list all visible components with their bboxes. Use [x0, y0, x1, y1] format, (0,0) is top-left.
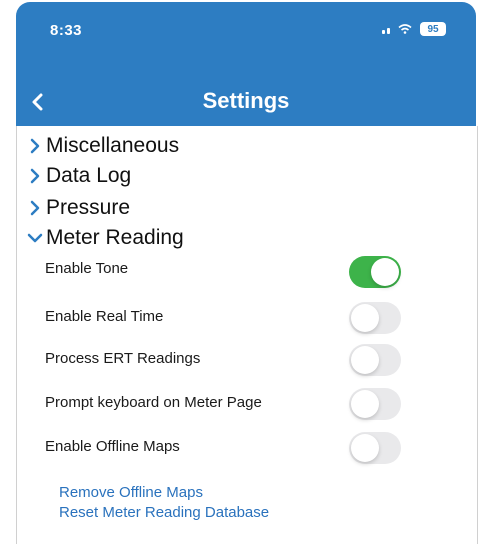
chevron-down-icon: [27, 228, 43, 248]
section-pressure[interactable]: Pressure: [27, 196, 130, 220]
navigation-header: 8:33 95 Settings: [16, 2, 476, 126]
setting-row-enable-real-time: Enable Real Time: [45, 308, 465, 325]
reset-meter-database-link[interactable]: Reset Meter Reading Database: [59, 504, 269, 521]
setting-row-process-ert: Process ERT Readings: [45, 350, 465, 367]
setting-row-enable-tone: Enable Tone: [45, 260, 465, 277]
section-label: Meter Reading: [46, 226, 184, 249]
process-ert-readings-toggle[interactable]: [349, 344, 401, 376]
setting-label: Enable Tone: [45, 260, 129, 277]
toggle-knob: [351, 304, 379, 332]
enable-offline-maps-toggle[interactable]: [349, 432, 401, 464]
section-meter-reading[interactable]: Meter Reading: [27, 226, 184, 250]
setting-label: Enable Offline Maps: [45, 438, 180, 455]
setting-row-offline-maps: Enable Offline Maps: [45, 438, 465, 455]
chevron-right-icon: [27, 198, 43, 218]
app-screen: 8:33 95 Settings Miscellaneous Data Log …: [0, 0, 485, 544]
section-data-log[interactable]: Data Log: [27, 164, 131, 188]
chevron-right-icon: [27, 166, 43, 186]
setting-row-prompt-keyboard: Prompt keyboard on Meter Page: [45, 394, 465, 411]
status-time: 8:33: [50, 22, 83, 39]
section-label: Data Log: [46, 164, 132, 187]
prompt-keyboard-toggle[interactable]: [349, 388, 401, 420]
section-label: Miscellaneous: [46, 134, 180, 157]
toggle-knob: [371, 258, 399, 286]
section-miscellaneous[interactable]: Miscellaneous: [27, 134, 179, 158]
toggle-knob: [351, 346, 379, 374]
toggle-knob: [351, 434, 379, 462]
setting-label: Prompt keyboard on Meter Page: [45, 394, 262, 411]
battery-icon: 95: [420, 22, 446, 36]
setting-label: Process ERT Readings: [45, 350, 201, 367]
settings-list: Miscellaneous Data Log Pressure Meter Re…: [16, 126, 478, 544]
toggle-knob: [351, 390, 379, 418]
chevron-right-icon: [27, 136, 43, 156]
enable-real-time-toggle[interactable]: [349, 302, 401, 334]
signal-icon: [382, 24, 390, 34]
wifi-icon: [398, 24, 412, 34]
status-icons: 95: [382, 22, 446, 36]
page-title: Settings: [202, 88, 290, 113]
section-label: Pressure: [46, 196, 131, 219]
enable-tone-toggle[interactable]: [349, 256, 401, 288]
phone-screen: 8:33 95 Settings Miscellaneous Data Log …: [16, 2, 478, 544]
remove-offline-maps-link[interactable]: Remove Offline Maps: [59, 484, 203, 501]
setting-label: Enable Real Time: [45, 308, 164, 325]
